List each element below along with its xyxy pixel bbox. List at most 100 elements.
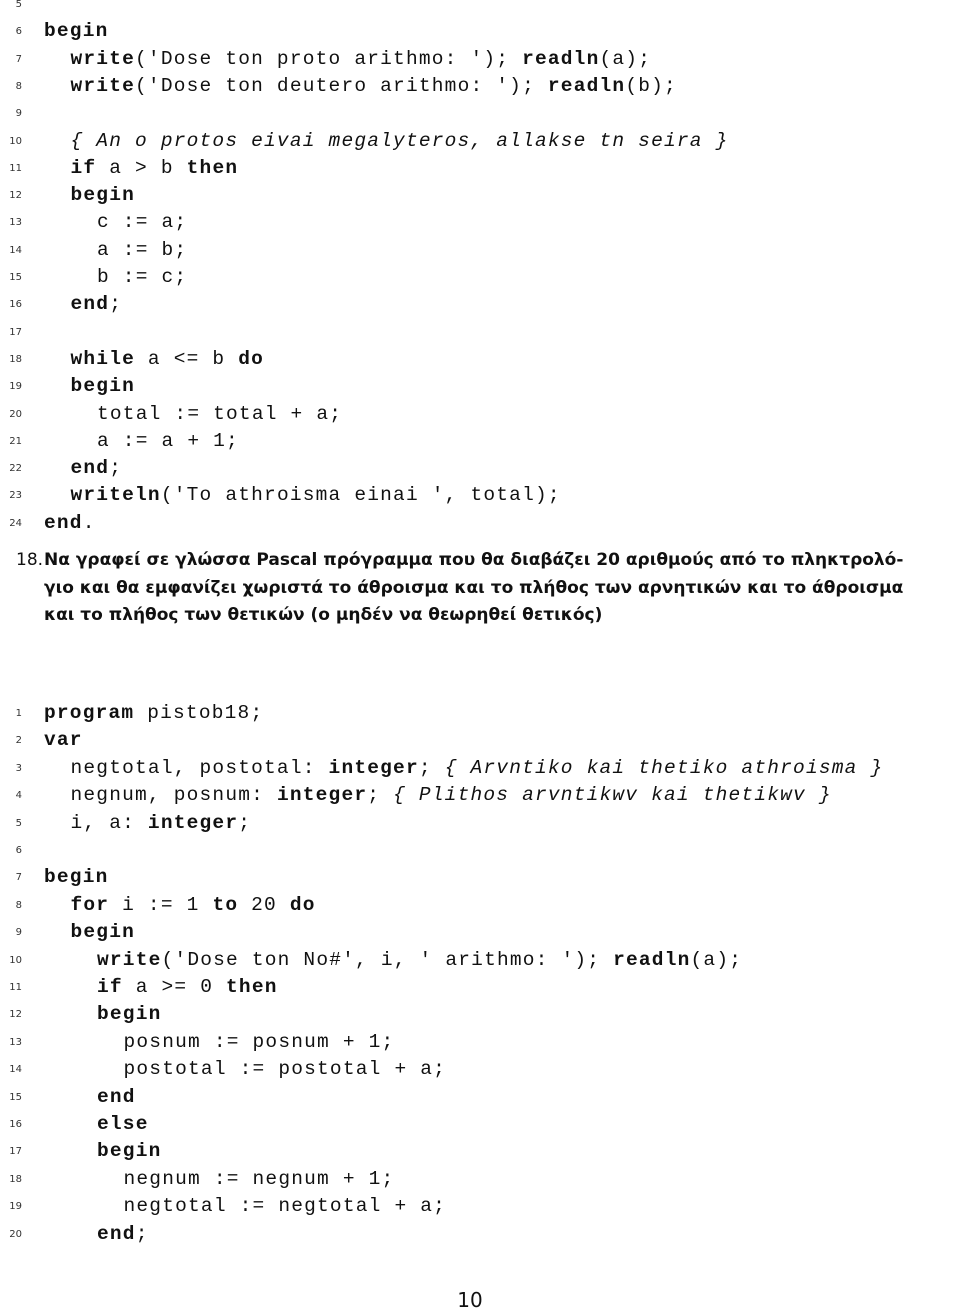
line-number: 14 [9, 1064, 22, 1076]
code-text: else [97, 1111, 149, 1138]
code-text: posnum := posnum + 1; [124, 1029, 395, 1056]
line-number: 1 [15, 708, 22, 719]
code-line: 17 begin [0, 1138, 960, 1165]
code-keyword: end [70, 457, 110, 480]
line-number: 3 [15, 762, 22, 774]
code-text: i, a: integer; [71, 810, 252, 837]
line-number: 4 [15, 790, 22, 802]
code-text: end [97, 1084, 136, 1111]
line-number: 10 [9, 954, 22, 966]
code-keyword: end [70, 293, 110, 316]
code-keyword: begin [70, 184, 136, 207]
code-line: 13 c := a; [0, 209, 960, 236]
code-line: 11 if a >= 0 then [0, 974, 960, 1001]
code-line: 19 begin [0, 373, 960, 400]
code-token: b := c; [97, 266, 188, 288]
code-line: 8 for i := 1 to 20 do [0, 892, 960, 919]
code-text: begin [71, 182, 136, 209]
code-line: 7 write('Dose ton proto arithmo: '); read… [0, 46, 960, 73]
exercise-number: 18. [16, 550, 44, 570]
line-number: 18 [9, 1173, 22, 1185]
line-number: 16 [9, 1119, 22, 1130]
code-line: 2 var [0, 727, 960, 754]
code-token: pistob18; [134, 702, 264, 724]
code-keyword: writeln [70, 484, 161, 507]
code-keyword: end [97, 1085, 136, 1108]
line-number: 7 [15, 53, 22, 65]
line-number: 9 [15, 927, 22, 939]
code-keyword: begin [97, 1140, 162, 1163]
line-number: 16 [9, 299, 22, 311]
code-line: 14 postotal := postotal + a; [0, 1056, 960, 1083]
code-line: 17 [0, 319, 960, 346]
code-line: 4 negnum, posnum: integer; { Plithos arvn… [0, 782, 960, 809]
line-number: 5 [15, 0, 22, 10]
code-text: end; [71, 455, 123, 482]
code-line: 10 { An o protos eivai megalyteros, allak… [0, 128, 960, 155]
code-token: a <= b [135, 347, 239, 370]
code-comment: { An o protos eivai megalyteros, allakse… [70, 129, 729, 152]
code-keyword: write [97, 948, 162, 971]
code-text: while a <= b do [71, 346, 265, 373]
line-number: 14 [9, 244, 22, 256]
code-line: 18 negnum := negnum + 1; [0, 1166, 960, 1193]
code-token: a >= 0 [122, 976, 227, 998]
code-keyword: integer [147, 811, 239, 834]
code-line: 5 i, a: integer; [0, 810, 960, 837]
code-keyword: integer [276, 784, 368, 807]
line-number: 12 [9, 1009, 22, 1021]
code-token: (a); [690, 948, 743, 971]
line-number: 6 [15, 26, 22, 38]
code-text: negtotal := negtotal + a; [124, 1193, 447, 1220]
code-text: a := a + 1; [97, 428, 239, 455]
code-text: if a >= 0 then [97, 974, 278, 1001]
code-line: 6 begin [0, 18, 960, 45]
line-number: 17 [9, 326, 22, 338]
code-line: 22 end; [0, 455, 960, 482]
code-keyword: do [289, 893, 316, 916]
line-number: 13 [9, 217, 22, 229]
code-keyword: write [70, 74, 136, 97]
line-number: 23 [9, 490, 22, 502]
code-token: ('Dose ton No#', i, ' arithmo: '); [161, 948, 614, 971]
line-number: 11 [9, 982, 22, 993]
code-token: a > b [96, 156, 187, 179]
code-keyword: program [44, 702, 135, 724]
code-token: ; [135, 1222, 149, 1245]
exercise-text: Να γραφεί σε γλώσσα Pascal πρόγραμμα που… [44, 547, 960, 630]
line-number: 20 [9, 408, 22, 420]
code-line: 10 write('Dose ton No#', i, ' arithmo: ')… [0, 947, 960, 974]
code-line: 20 end; [0, 1221, 960, 1248]
code-token: ; [109, 293, 123, 316]
code-line: 12 begin [0, 1001, 960, 1028]
code-line: 21 a := a + 1; [0, 428, 960, 455]
code-text: begin [97, 1001, 162, 1028]
code-text: { An o protos eivai megalyteros, allakse… [71, 128, 729, 155]
code-token: ; [109, 457, 123, 480]
code-token: c := a; [97, 211, 188, 234]
line-number: 7 [15, 872, 22, 884]
code-line: 16 end; [0, 291, 960, 318]
exercise-text-line: γιο και θα εμφανίζει χωριστά το άθροισμα… [44, 577, 904, 598]
code-line: 11 if a > b then [0, 155, 960, 182]
code-text: end. [44, 510, 96, 537]
code-line: 9 begin [0, 919, 960, 946]
code-token: a := a + 1; [97, 429, 239, 452]
line-number: 15 [9, 272, 22, 283]
code-token: i, a: [70, 811, 148, 834]
code-token: ; [418, 756, 445, 779]
code-text: var [44, 727, 83, 754]
line-number: 22 [9, 463, 22, 475]
exercise-text-line: και το πλήθος των θετικών (ο μηδέν να θε… [44, 605, 603, 625]
code-text: begin [71, 373, 136, 400]
code-line: 12 begin [0, 182, 960, 209]
code-text: c := a; [97, 209, 187, 236]
code-text: a := b; [97, 237, 187, 264]
code-text: begin [71, 919, 136, 946]
code-token: posnum := posnum + 1; [123, 1030, 395, 1053]
code-token: ('To athroisma einai ', total); [160, 484, 561, 507]
code-line: 20 total := total + a; [0, 401, 960, 428]
code-text: end; [71, 291, 123, 318]
code-line: 6 [0, 837, 960, 864]
code-keyword: then [226, 976, 278, 998]
